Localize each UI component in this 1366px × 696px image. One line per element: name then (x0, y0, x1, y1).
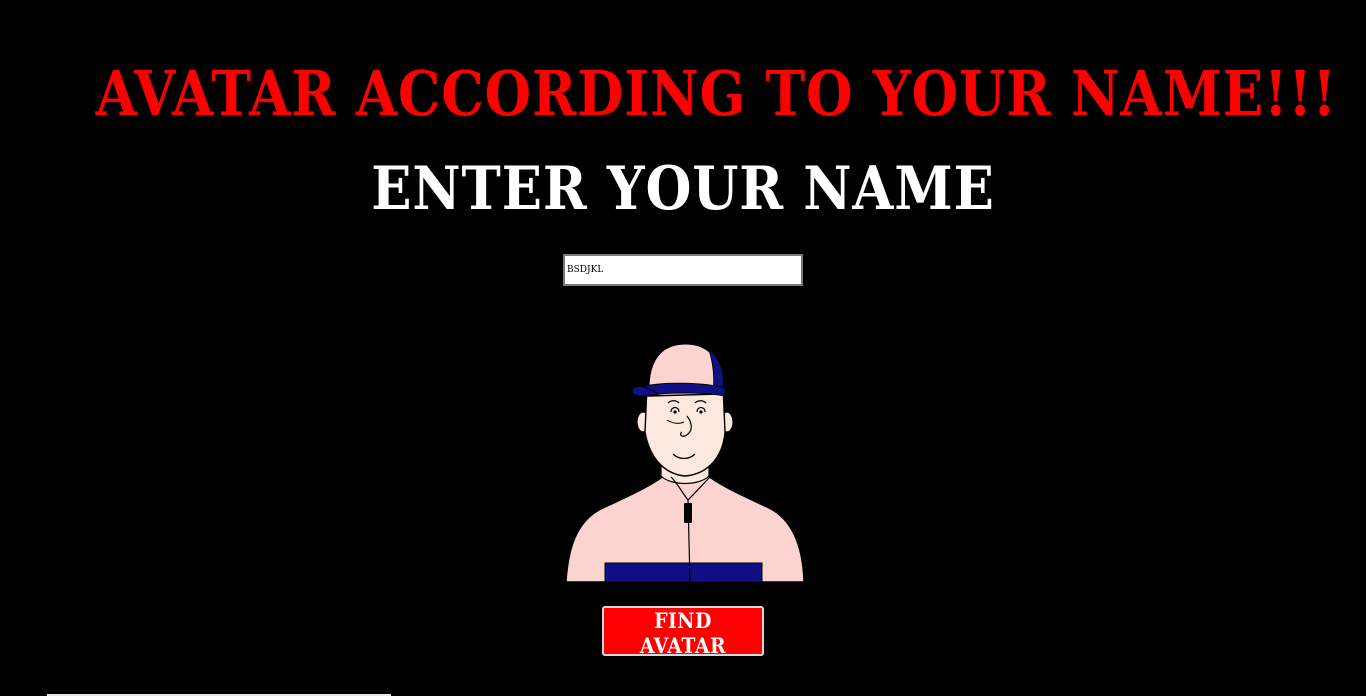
enter-name-heading: ENTER YOUR NAME (371, 154, 995, 224)
find-avatar-label: FIND AVATAR (639, 608, 727, 658)
avatar-image (565, 343, 805, 582)
page-title: AVATAR ACCORDING TO YOUR NAME!!! (95, 57, 1337, 130)
jacket-stripe (604, 562, 763, 582)
face (644, 385, 726, 477)
name-input[interactable] (563, 254, 803, 286)
find-avatar-button[interactable]: FIND AVATAR (602, 606, 764, 658)
zipper-pull (684, 503, 692, 523)
